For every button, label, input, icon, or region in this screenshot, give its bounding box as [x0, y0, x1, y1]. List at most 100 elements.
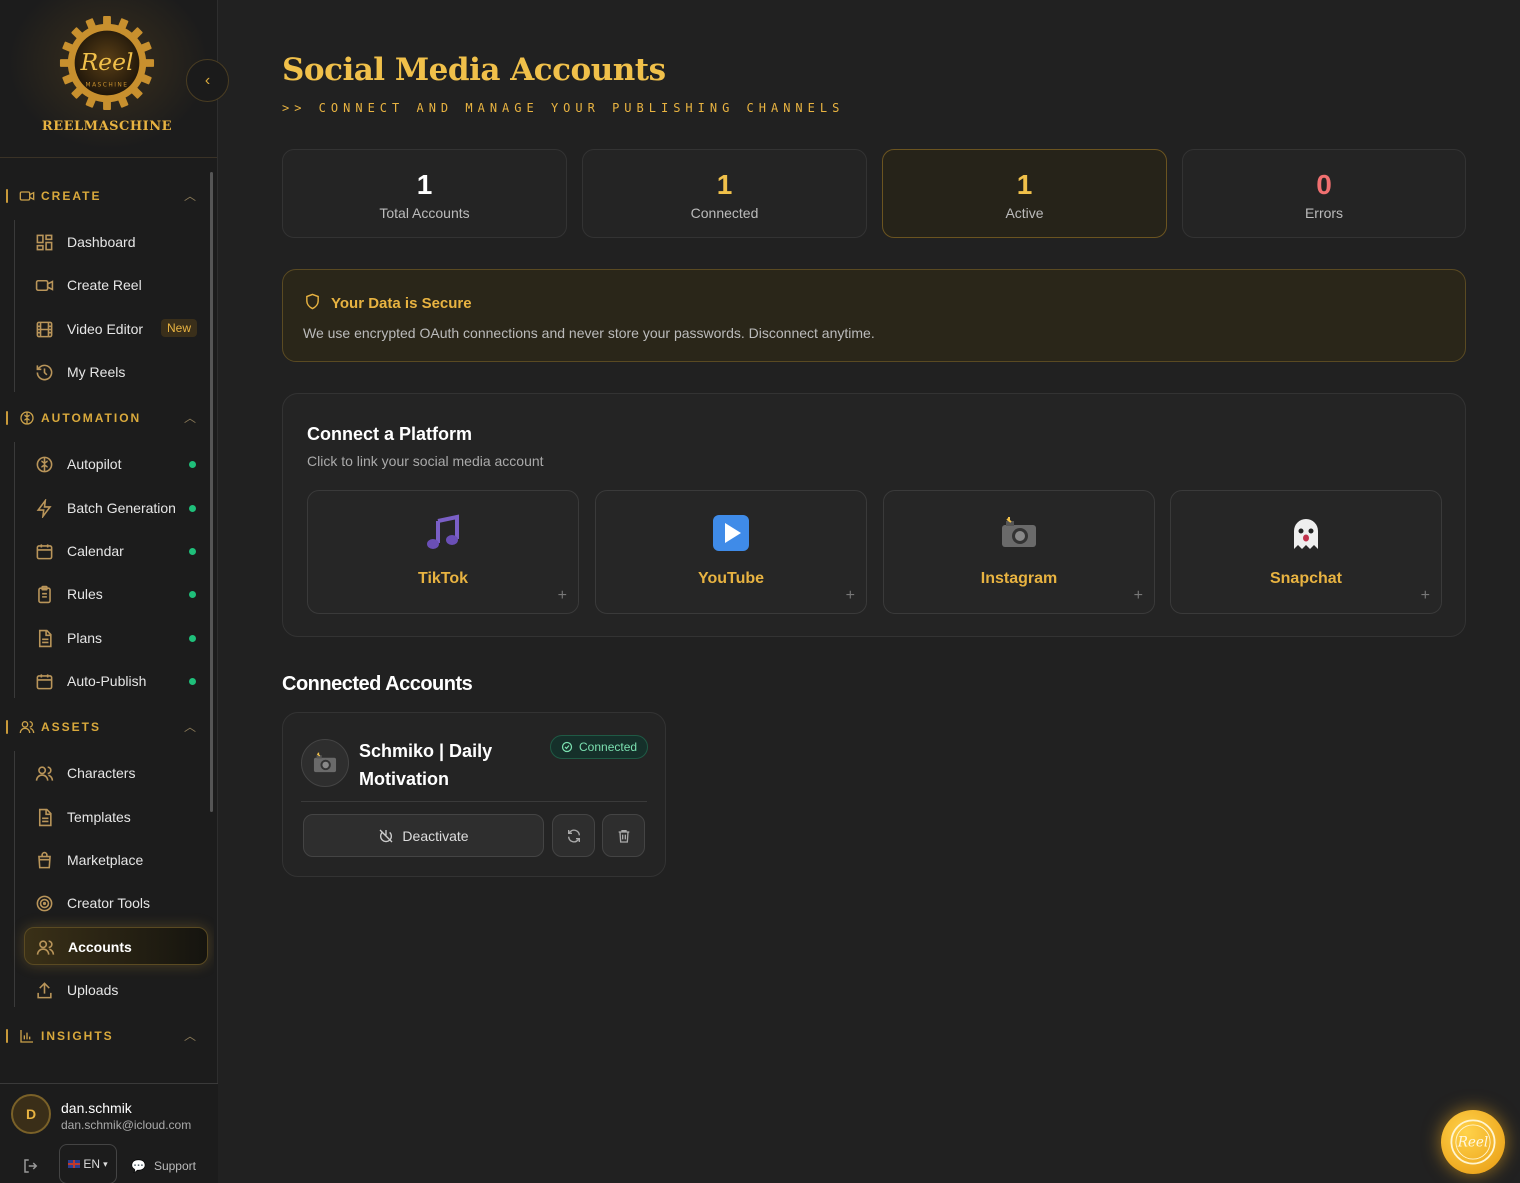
chevron-up-icon[interactable]: ︿ [184, 1027, 196, 1044]
ghost-icon [1294, 519, 1318, 549]
sidebar-item-autopilot[interactable]: Autopilot [24, 445, 208, 483]
security-notice: Your Data is Secure We use encrypted OAu… [282, 269, 1466, 362]
platform-card-snapchat[interactable]: Snapchat + [1170, 490, 1442, 614]
status-dot [189, 548, 196, 555]
status-dot [189, 678, 196, 685]
account-name: Schmiko | Daily Motivation [359, 741, 493, 789]
reelmaschine-logo[interactable]: Reel MASCHINE [58, 14, 156, 112]
user-panel: D dan.schmik dan.schmik@icloud.com EN ▾ … [0, 1083, 218, 1183]
section-insights[interactable]: INSIGHTS ︿ [0, 1026, 214, 1046]
logout-icon[interactable] [22, 1157, 40, 1175]
status-badge: Connected [550, 735, 649, 759]
bag-icon [38, 851, 51, 869]
plus-icon: + [845, 587, 855, 604]
user-name: dan.schmik [61, 1100, 132, 1116]
sidebar-item-accounts[interactable]: Accounts [24, 927, 208, 965]
reelmaschine-logo: Reel [1450, 1119, 1496, 1165]
chat-bubble-icon: 💬 [131, 1159, 146, 1173]
chevron-down-icon: ▾ [103, 1158, 108, 1169]
deactivate-button[interactable]: Deactivate [303, 814, 544, 857]
sidebar-item-batch-generation[interactable]: Batch Generation [24, 489, 208, 527]
refresh-button[interactable] [552, 814, 595, 857]
sidebar-item-dashboard[interactable]: Dashboard [24, 223, 208, 261]
users-icon [35, 766, 54, 781]
divider [301, 801, 647, 802]
brain-icon [20, 411, 34, 425]
stat-active: 1 Active [882, 149, 1167, 238]
video-icon [19, 191, 35, 201]
sidebar-item-templates[interactable]: Templates [24, 798, 208, 836]
help-fab-button[interactable]: Reel [1441, 1110, 1505, 1174]
sidebar-item-marketplace[interactable]: Marketplace [24, 841, 208, 879]
collapse-sidebar-button[interactable]: ‹ [186, 59, 229, 102]
support-link[interactable]: 💬 Support [131, 1159, 196, 1173]
new-badge: New [161, 319, 198, 337]
users-icon [36, 940, 55, 955]
stat-connected: 1 Connected [582, 149, 867, 238]
shield-icon [306, 293, 319, 310]
section-create[interactable]: CREATE ︿ [0, 186, 214, 206]
calendar-icon [36, 674, 53, 690]
film-icon [36, 321, 53, 338]
sidebar-scrollbar[interactable] [210, 172, 213, 812]
sidebar-item-characters[interactable]: Characters [24, 754, 208, 792]
account-avatar [301, 739, 349, 787]
language-selector[interactable]: EN ▾ [59, 1144, 117, 1183]
status-dot [189, 591, 196, 598]
trash-icon [618, 829, 629, 843]
music-note-icon [427, 514, 459, 549]
chevron-up-icon[interactable]: ︿ [184, 718, 196, 735]
chevron-up-icon[interactable]: ︿ [184, 409, 196, 426]
chevron-up-icon[interactable]: ︿ [184, 187, 196, 204]
plus-icon: + [557, 587, 567, 604]
account-card: Schmiko | Daily Motivation Connected Dea… [282, 712, 666, 877]
plus-icon: + [1133, 587, 1143, 604]
section-automation[interactable]: AUTOMATION ︿ [0, 408, 214, 428]
camera-icon [1002, 517, 1036, 547]
platform-card-youtube[interactable]: YouTube + [595, 490, 867, 614]
security-notice-description: We use encrypted OAuth connections and n… [303, 325, 875, 341]
document-icon [38, 808, 52, 827]
user-email: dan.schmik@icloud.com [61, 1118, 192, 1132]
sidebar-item-rules[interactable]: Rules [24, 575, 208, 613]
sidebar-item-calendar[interactable]: Calendar [24, 532, 208, 570]
history-icon [36, 364, 53, 381]
connected-accounts-title: Connected Accounts [282, 673, 473, 695]
brain-icon [36, 456, 53, 473]
chart-icon [20, 1030, 33, 1043]
upload-icon [37, 982, 52, 999]
sidebar-item-plans[interactable]: Plans [24, 619, 208, 657]
sidebar-item-uploads[interactable]: Uploads [24, 971, 208, 1009]
power-off-icon [379, 829, 393, 842]
connect-platform-subtitle: Click to link your social media account [307, 453, 544, 469]
svg-text:Reel: Reel [1457, 1135, 1488, 1151]
avatar[interactable]: D [11, 1094, 51, 1134]
sidebar-nav: CREATE ︿ Dashboard Create Reel Video Edi… [0, 158, 214, 1083]
chevron-left-icon: ‹ [204, 71, 211, 89]
status-dot [189, 461, 196, 468]
sidebar-item-video-editor[interactable]: Video Editor New [24, 310, 208, 348]
lightning-icon [36, 499, 52, 518]
delete-button[interactable] [602, 814, 645, 857]
stat-errors: 0 Errors [1182, 149, 1466, 238]
platform-card-tiktok[interactable]: TikTok + [307, 490, 579, 614]
calendar-icon [36, 544, 53, 560]
page-subtitle: >> CONNECT AND MANAGE YOUR PUBLISHING CH… [282, 101, 845, 115]
refresh-icon [567, 829, 580, 842]
brand-name: REELMASCHINE [41, 119, 173, 134]
clipboard-icon [38, 585, 51, 604]
plus-icon: + [1420, 587, 1430, 604]
sidebar-item-creator-tools[interactable]: Creator Tools [24, 884, 208, 922]
connect-platform-panel: Connect a Platform Click to link your so… [282, 393, 1466, 637]
section-assets[interactable]: ASSETS ︿ [0, 717, 214, 737]
sidebar-item-auto-publish[interactable]: Auto-Publish [24, 662, 208, 700]
platform-card-instagram[interactable]: Instagram + [883, 490, 1155, 614]
brand-header: Reel MASCHINE REELMASCHINE [0, 0, 217, 158]
status-dot [189, 635, 196, 642]
camera-icon [313, 752, 337, 773]
sidebar-item-create-reel[interactable]: Create Reel [24, 266, 208, 304]
sidebar-item-my-reels[interactable]: My Reels [24, 353, 208, 391]
document-icon [38, 629, 52, 648]
connect-platform-title: Connect a Platform [307, 424, 473, 444]
uk-flag-icon [68, 1160, 81, 1168]
